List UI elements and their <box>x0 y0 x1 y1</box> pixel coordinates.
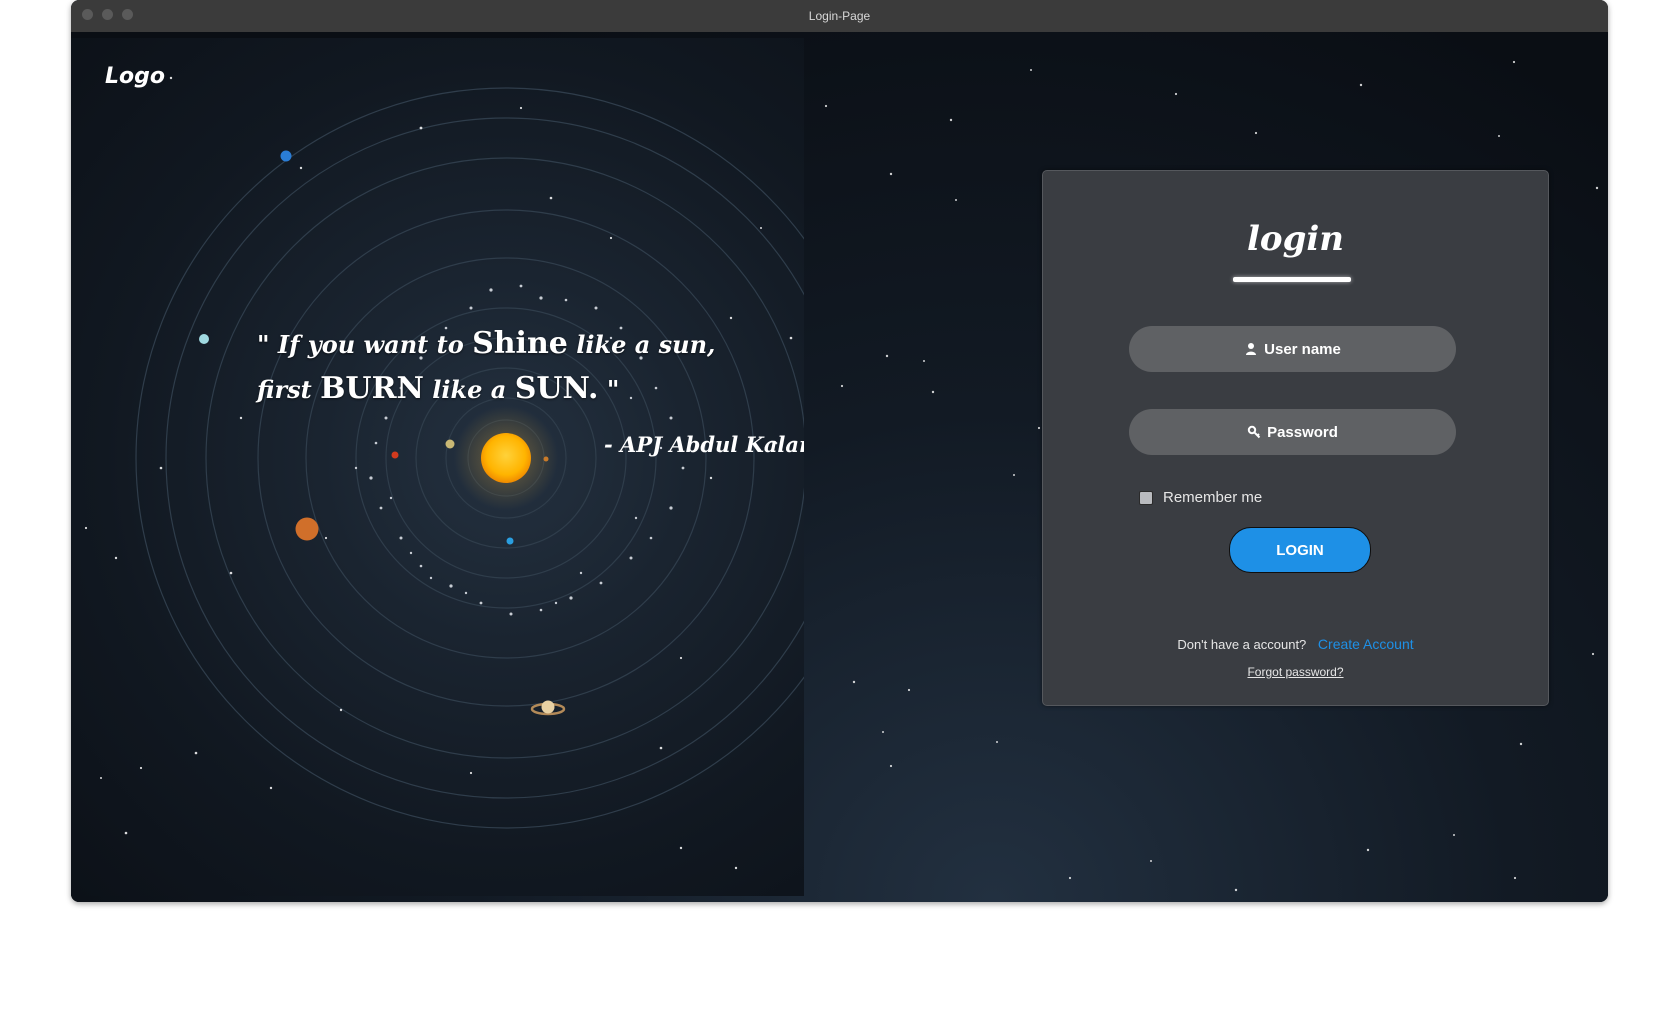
password-placeholder: Password <box>1267 423 1338 441</box>
login-button[interactable]: LOGIN <box>1229 527 1371 573</box>
login-title: login <box>1246 219 1344 259</box>
quote: " If you want to Shine like a sun, first… <box>257 322 715 412</box>
solar-system-panel: Logo " If you want to Shine like a sun, … <box>71 38 804 896</box>
signup-prompt: Don't have a account? Create Account <box>1043 636 1548 652</box>
quote-author: - APJ Abdul Kalam <box>604 432 804 457</box>
login-card: login User name Password Remember me LOG… <box>1042 170 1549 706</box>
remember-me-label: Remember me <box>1163 489 1263 506</box>
forgot-password-link[interactable]: Forgot password? <box>1043 665 1548 679</box>
planet-jupiter <box>295 517 319 541</box>
planet-neptune <box>280 150 292 162</box>
planet-mars <box>391 451 399 459</box>
window-title: Login-Page <box>808 9 871 23</box>
sun <box>481 433 531 483</box>
key-icon <box>1247 425 1261 439</box>
title-bar: Login-Page <box>71 0 1608 32</box>
user-icon <box>1246 343 1257 355</box>
logo[interactable]: Logo <box>105 64 165 89</box>
username-field[interactable]: User name <box>1129 326 1456 372</box>
solar-system-illustration <box>84 76 804 870</box>
remember-me[interactable]: Remember me <box>1139 489 1262 506</box>
planet-uranus <box>199 334 209 344</box>
password-field[interactable]: Password <box>1129 409 1456 455</box>
planet-earth <box>506 537 514 545</box>
quote-line-1: " If you want to Shine like a sun, <box>257 326 716 361</box>
remember-me-checkbox[interactable] <box>1139 490 1153 505</box>
page-content: Logo " If you want to Shine like a sun, … <box>71 32 1608 902</box>
create-account-link[interactable]: Create Account <box>1318 636 1414 652</box>
title-underline <box>1233 277 1351 282</box>
no-account-text: Don't have a account? <box>1177 637 1307 652</box>
username-placeholder: User name <box>1264 340 1341 358</box>
app-window: Login-Page Logo " If you want to Shine l… <box>71 0 1608 902</box>
planet-venus <box>445 439 455 449</box>
quote-line-2: first BURN like a SUN. " <box>257 371 620 406</box>
planet-saturn <box>530 700 566 716</box>
planet-mercury <box>543 456 549 462</box>
